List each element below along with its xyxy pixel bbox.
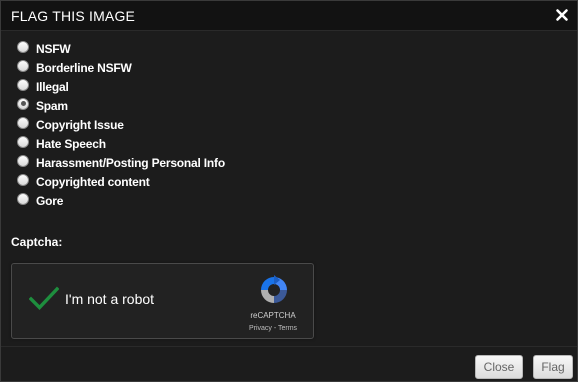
option-harassment[interactable]: Harassment/Posting Personal Info [17, 153, 225, 172]
dialog-title: FLAG THIS IMAGE [11, 8, 136, 24]
dialog-footer: Close Flag [1, 346, 577, 381]
option-copyright-issue[interactable]: Copyright Issue [17, 115, 225, 134]
option-label: Copyrighted content [36, 174, 150, 189]
close-x-icon[interactable] [554, 7, 570, 23]
privacy-link[interactable]: Privacy [249, 325, 272, 332]
recaptcha-brand: reCAPTCHA [250, 311, 296, 320]
terms-link[interactable]: Terms [278, 325, 297, 332]
checkmark-icon[interactable] [28, 286, 60, 312]
recaptcha-widget: I'm not a robot reCAPTCHA Privacy - Term… [11, 263, 314, 339]
option-spam[interactable]: Spam [17, 96, 225, 115]
option-label: NSFW [36, 41, 71, 56]
option-illegal[interactable]: Illegal [17, 77, 225, 96]
option-label: Borderline NSFW [36, 60, 132, 75]
not-a-robot-label: I'm not a robot [65, 291, 155, 307]
option-borderline-nsfw[interactable]: Borderline NSFW [17, 58, 225, 77]
radio-button-selected[interactable] [17, 97, 29, 110]
flag-image-dialog: FLAG THIS IMAGE NSFW Borderline NSFW Ill… [0, 0, 578, 382]
captcha-label: Captcha: [11, 235, 63, 249]
radio-button[interactable] [17, 154, 29, 167]
option-label: Harassment/Posting Personal Info [36, 155, 225, 170]
radio-button[interactable] [17, 135, 29, 148]
flag-reason-list: NSFW Borderline NSFW Illegal Spam Copyri… [17, 39, 225, 210]
dialog-body: NSFW Borderline NSFW Illegal Spam Copyri… [1, 31, 577, 346]
recaptcha-logo-icon [258, 274, 290, 306]
flag-button[interactable]: Flag [533, 355, 573, 379]
option-label: Copyright Issue [36, 117, 124, 132]
dialog-header: FLAG THIS IMAGE [1, 1, 577, 31]
radio-button[interactable] [17, 116, 29, 129]
recaptcha-links: Privacy - Terms [230, 325, 316, 332]
close-button[interactable]: Close [475, 355, 523, 379]
option-copyrighted-content[interactable]: Copyrighted content [17, 172, 225, 191]
option-nsfw[interactable]: NSFW [17, 39, 225, 58]
option-label: Illegal [36, 79, 69, 94]
radio-button[interactable] [17, 59, 29, 72]
radio-button[interactable] [17, 78, 29, 91]
radio-button[interactable] [17, 173, 29, 186]
radio-button[interactable] [17, 192, 29, 205]
option-label: Hate Speech [36, 136, 106, 151]
option-gore[interactable]: Gore [17, 191, 225, 210]
radio-button[interactable] [17, 40, 29, 53]
option-label: Gore [36, 193, 64, 208]
option-label: Spam [36, 98, 68, 113]
option-hate-speech[interactable]: Hate Speech [17, 134, 225, 153]
